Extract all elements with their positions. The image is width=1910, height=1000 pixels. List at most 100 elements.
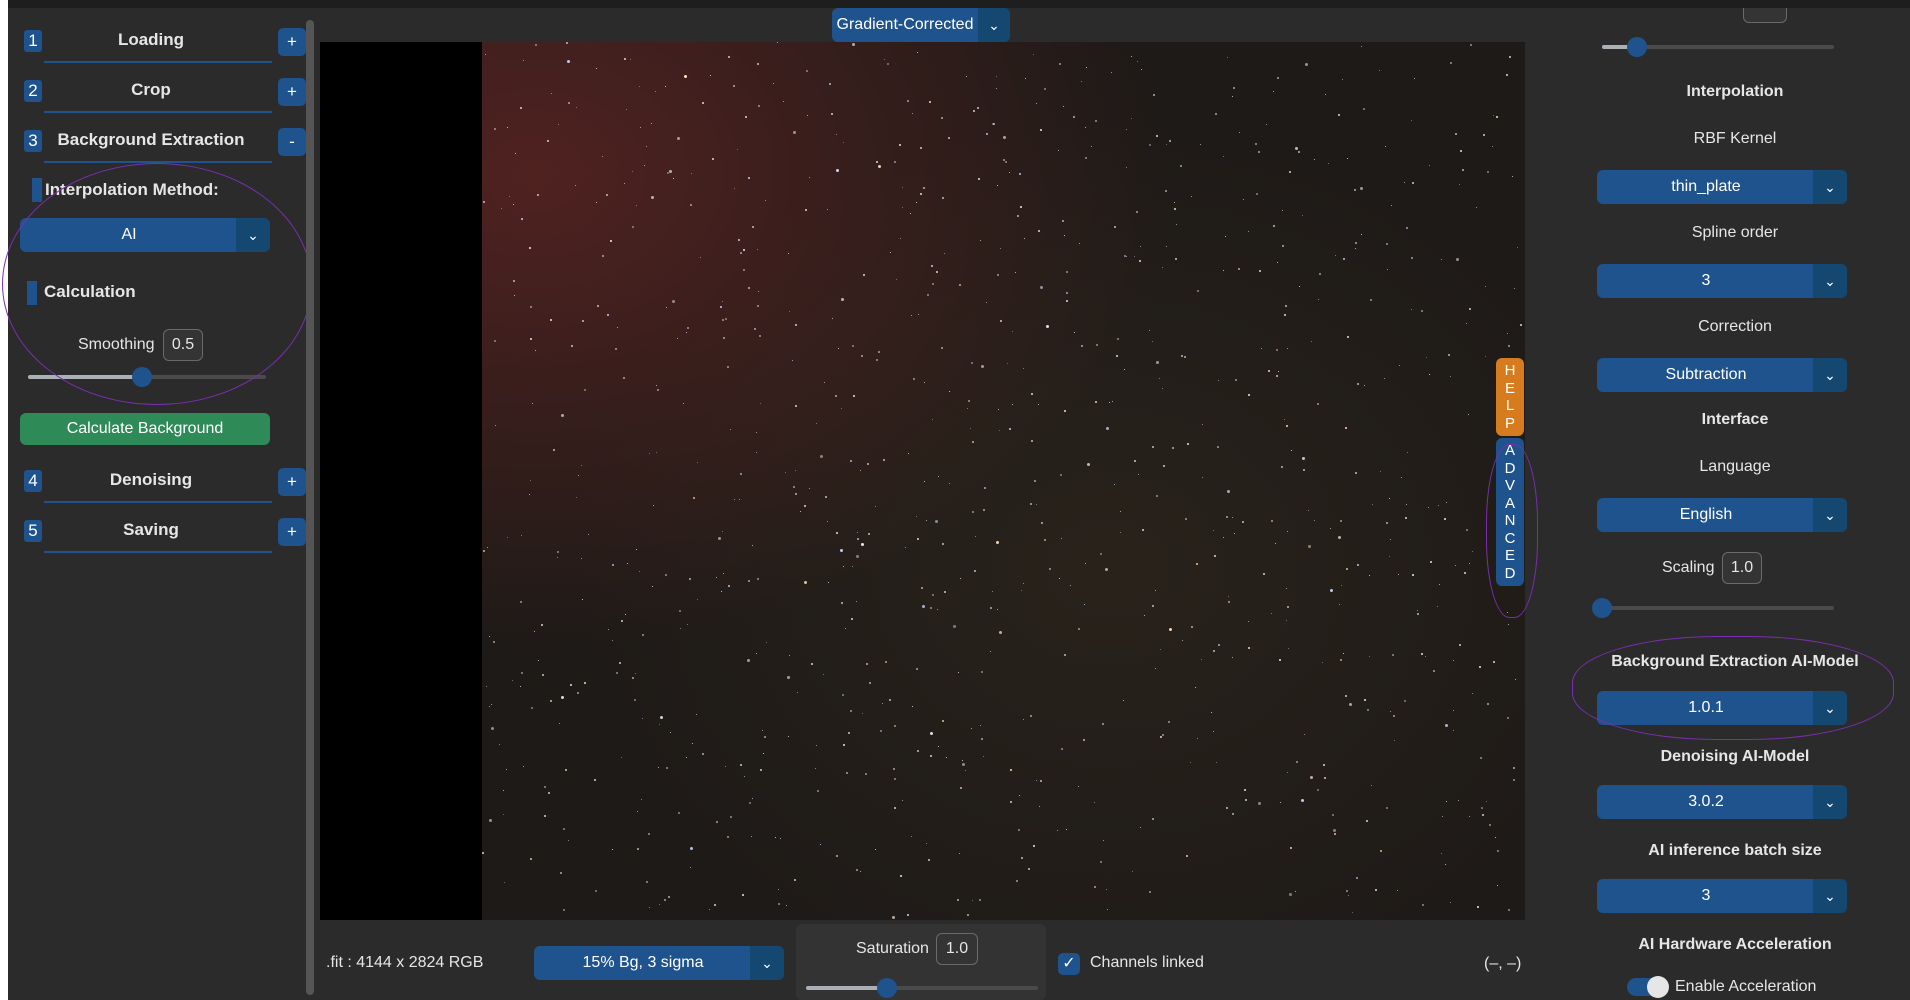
- help-tab[interactable]: HELP: [1496, 358, 1524, 436]
- star: [730, 429, 732, 431]
- star: [1024, 237, 1026, 239]
- collapse-button[interactable]: -: [278, 128, 306, 156]
- star: [1140, 827, 1142, 829]
- star: [917, 537, 920, 540]
- star: [1174, 202, 1176, 204]
- scaling-input[interactable]: 1.0: [1722, 552, 1762, 584]
- interpolation-method-dropdown[interactable]: AI ⌄: [20, 218, 270, 252]
- star: [1456, 258, 1460, 262]
- acceleration-toggle[interactable]: [1627, 976, 1669, 998]
- saturation-input[interactable]: 1.0: [936, 933, 978, 965]
- star: [785, 905, 787, 907]
- spline-order-dropdown[interactable]: 3 ⌄: [1597, 264, 1847, 298]
- rbf-kernel-dropdown[interactable]: thin_plate ⌄: [1597, 170, 1847, 204]
- star: [485, 685, 487, 687]
- star: [676, 137, 680, 141]
- star: [509, 195, 511, 197]
- star: [804, 580, 808, 584]
- step-denoising[interactable]: 4 Denoising +: [16, 458, 308, 503]
- chevron-down-icon[interactable]: ⌄: [750, 946, 784, 980]
- expand-button[interactable]: +: [278, 28, 306, 56]
- star: [743, 269, 746, 272]
- step-loading[interactable]: 1 Loading +: [16, 18, 308, 63]
- chevron-down-icon[interactable]: ⌄: [1813, 785, 1847, 819]
- left-panel-scrollbar[interactable]: [306, 20, 314, 995]
- top-slider-knob[interactable]: [1626, 37, 1647, 57]
- star: [1506, 332, 1508, 334]
- star: [1509, 55, 1512, 58]
- correction-dropdown[interactable]: Subtraction ⌄: [1597, 358, 1847, 392]
- star: [1144, 615, 1146, 616]
- star: [702, 753, 705, 756]
- chevron-down-icon[interactable]: ⌄: [1813, 498, 1847, 532]
- star: [835, 168, 839, 172]
- chevron-down-icon[interactable]: ⌄: [1813, 358, 1847, 392]
- star: [619, 662, 622, 665]
- chevron-down-icon[interactable]: ⌄: [978, 8, 1010, 42]
- star: [983, 509, 986, 512]
- star: [810, 663, 813, 666]
- batch-size-dropdown[interactable]: 3 ⌄: [1597, 879, 1847, 913]
- step-crop[interactable]: 2 Crop +: [16, 68, 308, 113]
- star: [559, 872, 562, 875]
- star: [852, 345, 854, 348]
- star: [1297, 151, 1300, 154]
- calculate-background-button[interactable]: Calculate Background: [20, 413, 270, 445]
- star: [1366, 819, 1369, 822]
- star: [1135, 210, 1138, 213]
- star: [1077, 628, 1080, 631]
- star: [1126, 129, 1128, 130]
- star: [1475, 207, 1477, 209]
- chevron-down-icon[interactable]: ⌄: [1813, 170, 1847, 204]
- smoothing-slider-knob[interactable]: [132, 367, 153, 387]
- advanced-tab[interactable]: ADVANCED: [1496, 438, 1524, 586]
- expand-button[interactable]: +: [278, 468, 306, 496]
- astro-image[interactable]: [482, 42, 1525, 920]
- expand-button[interactable]: +: [278, 518, 306, 546]
- star: [1396, 889, 1398, 891]
- top-value-box[interactable]: [1743, 8, 1787, 23]
- star: [1507, 624, 1509, 626]
- expand-button[interactable]: +: [278, 78, 306, 106]
- chevron-down-icon[interactable]: ⌄: [1813, 691, 1847, 725]
- scaling-slider-knob[interactable]: [1592, 598, 1612, 618]
- language-dropdown[interactable]: English ⌄: [1597, 498, 1847, 532]
- star: [1126, 166, 1128, 168]
- star: [1044, 538, 1047, 541]
- star: [998, 408, 1000, 410]
- star: [995, 87, 997, 89]
- star: [1348, 894, 1350, 896]
- display-mode-dropdown[interactable]: Gradient-Corrected ⌄: [832, 8, 1010, 42]
- check-icon[interactable]: ✓: [1058, 953, 1080, 975]
- star: [1341, 584, 1343, 586]
- step-background-extraction[interactable]: 3 Background Extraction -: [16, 118, 308, 163]
- star: [758, 334, 761, 337]
- chevron-down-icon[interactable]: ⌄: [1813, 879, 1847, 913]
- smoothing-input[interactable]: 0.5: [163, 329, 203, 361]
- chevron-down-icon[interactable]: ⌄: [1813, 264, 1847, 298]
- star: [856, 537, 859, 540]
- star: [900, 874, 903, 877]
- stretch-dropdown[interactable]: 15% Bg, 3 sigma ⌄: [534, 946, 784, 980]
- star: [1276, 262, 1278, 264]
- chevron-down-icon[interactable]: ⌄: [236, 218, 270, 252]
- star: [938, 746, 940, 748]
- star: [1360, 234, 1362, 236]
- step-number: 1: [24, 30, 42, 52]
- star: [747, 580, 750, 583]
- star: [816, 789, 819, 792]
- star: [1449, 62, 1452, 65]
- denoise-model-dropdown[interactable]: 3.0.2 ⌄: [1597, 785, 1847, 819]
- step-saving[interactable]: 5 Saving +: [16, 508, 308, 553]
- star: [1180, 165, 1183, 168]
- dropdown-value: Subtraction: [1665, 366, 1747, 383]
- star: [1334, 254, 1336, 256]
- star: [1086, 67, 1088, 68]
- bg-model-dropdown[interactable]: 1.0.1 ⌄: [1597, 691, 1847, 725]
- step-number: 2: [24, 80, 42, 102]
- star: [912, 705, 914, 707]
- scaling-slider[interactable]: [1602, 606, 1834, 610]
- star: [494, 127, 497, 130]
- star: [1214, 554, 1217, 557]
- star: [494, 424, 496, 426]
